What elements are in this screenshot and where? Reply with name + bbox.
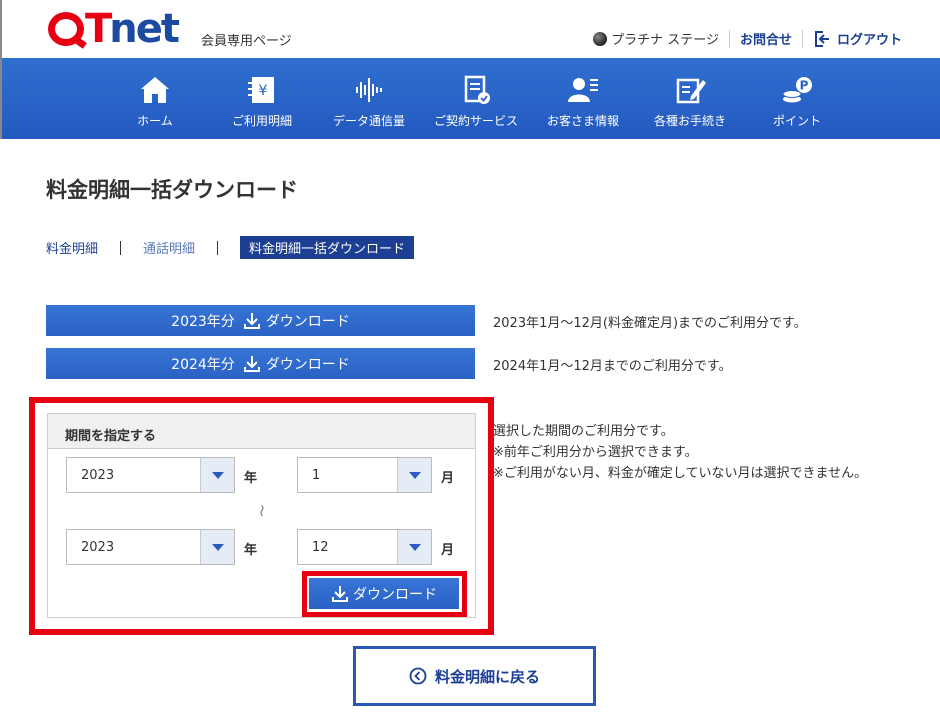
download-label: ダウンロード	[265, 356, 350, 373]
download-label: ダウンロード	[353, 586, 437, 603]
start-month-value: 1	[312, 468, 321, 483]
nav-label: データ通信量	[332, 114, 405, 128]
download-year-label: 2023年分	[171, 313, 235, 330]
svg-text:P: P	[800, 79, 809, 93]
contract-icon	[464, 75, 490, 104]
download-2024-description: 2024年1月～12月までのご利用分です。	[493, 359, 732, 374]
logout-icon	[814, 30, 829, 47]
page-title: 料金明細一括ダウンロード	[46, 178, 298, 202]
bill-icon: ¥	[248, 77, 274, 103]
period-desc-line: ※ご利用がない月、料金が確定していない月は選択できません。	[493, 466, 868, 481]
chevron-down-icon	[397, 530, 431, 564]
tab-bulk-download[interactable]: 料金明細一括ダウンロード	[240, 236, 415, 259]
svg-text:¥: ¥	[259, 83, 268, 99]
nav-points[interactable]: P ポイント	[749, 74, 845, 129]
chevron-down-icon	[397, 458, 431, 492]
download-icon	[243, 355, 260, 372]
divider	[728, 29, 730, 48]
logo-net: net	[109, 6, 180, 52]
nav-label: お客さま情報	[546, 114, 619, 128]
nav-contract-services[interactable]: ご契約サービス	[428, 74, 524, 129]
download-icon	[332, 585, 348, 602]
back-to-billing-button[interactable]: 料金明細に戻る	[353, 646, 596, 706]
start-year-value: 2023	[81, 468, 115, 483]
nav-home[interactable]: ホーム	[107, 74, 203, 129]
nav-label: ホーム	[137, 114, 173, 128]
download-2023-button[interactable]: 2023年分 ダウンロード	[46, 305, 475, 336]
nav-usage-details[interactable]: ¥ ご利用明細	[214, 74, 310, 129]
waveform-icon	[356, 78, 382, 102]
tab-call-details[interactable]: 通話明細	[143, 238, 195, 257]
month-unit: 月	[441, 543, 455, 558]
header-links: プラチナ ステージ お問合せ ログアウト	[593, 29, 902, 48]
nav-customer-info[interactable]: お客さま情報	[535, 74, 631, 129]
period-description: 選択した期間のご利用分です。 ※前年ご利用分から選択できます。 ※ご利用がない月…	[493, 421, 888, 484]
edit-icon	[676, 78, 706, 104]
main-nav: ホーム ¥ ご利用明細 データ通信量 ご契約サービス お客さま情報 各種お手続き…	[0, 58, 940, 139]
range-tilde: ～	[254, 504, 269, 517]
download-2023-description: 2023年1月～12月(料金確定月)までのご利用分です。	[493, 316, 807, 331]
qtnet-logo[interactable]: T net	[48, 6, 180, 52]
download-2024-button[interactable]: 2024年分 ダウンロード	[46, 348, 475, 379]
nav-label: 各種お手続き	[653, 114, 726, 128]
member-page-label: 会員専用ページ	[201, 34, 292, 49]
platinum-stage-icon	[593, 31, 608, 46]
start-month-select[interactable]: 1	[297, 457, 432, 493]
end-year-value: 2023	[81, 540, 115, 555]
chevron-down-icon	[200, 530, 234, 564]
month-unit: 月	[441, 471, 455, 486]
site-header: T net 会員専用ページ プラチナ ステージ お問合せ ログアウト	[0, 0, 940, 58]
points-icon: P	[782, 77, 812, 103]
nav-label: ご契約サービス	[433, 114, 518, 128]
logout-label: ログアウト	[836, 33, 902, 48]
home-icon	[141, 77, 169, 103]
page: T net 会員専用ページ プラチナ ステージ お問合せ ログアウト ホーム ¥…	[0, 0, 940, 712]
end-month-value: 12	[312, 540, 329, 555]
divider	[801, 29, 803, 48]
download-year-label: 2024年分	[171, 356, 235, 373]
chevron-left-circle-icon	[409, 667, 427, 685]
logo-q-mark	[48, 12, 84, 46]
start-year-select[interactable]: 2023	[66, 457, 235, 493]
year-unit: 年	[244, 543, 258, 558]
end-year-select[interactable]: 2023	[66, 529, 235, 565]
back-label: 料金明細に戻る	[434, 667, 540, 686]
user-icon	[568, 78, 598, 102]
period-download-button[interactable]: ダウンロード	[309, 578, 459, 609]
period-heading: 期間を指定する	[48, 414, 475, 449]
chevron-down-icon	[200, 458, 234, 492]
tab-billing-details[interactable]: 料金明細	[46, 238, 98, 257]
nav-label: ご利用明細	[231, 114, 292, 128]
sub-tabs: 料金明細 通話明細 料金明細一括ダウンロード	[46, 236, 415, 259]
download-label: ダウンロード	[265, 313, 350, 330]
tab-divider	[120, 240, 122, 255]
end-month-select[interactable]: 12	[297, 529, 432, 565]
logo-t: T	[85, 6, 112, 52]
nav-data-usage[interactable]: データ通信量	[321, 74, 417, 129]
nav-procedures[interactable]: 各種お手続き	[642, 74, 738, 129]
contact-link[interactable]: お問合せ	[740, 29, 792, 48]
logout-link[interactable]: ログアウト	[813, 29, 902, 48]
tab-divider	[217, 240, 219, 255]
download-icon	[243, 312, 260, 329]
year-unit: 年	[244, 471, 258, 486]
nav-label: ポイント	[772, 114, 821, 128]
platinum-stage-label: プラチナ ステージ	[611, 33, 719, 48]
period-desc-line: ※前年ご利用分から選択できます。	[493, 445, 698, 460]
period-desc-line: 選択した期間のご利用分です。	[493, 424, 674, 439]
